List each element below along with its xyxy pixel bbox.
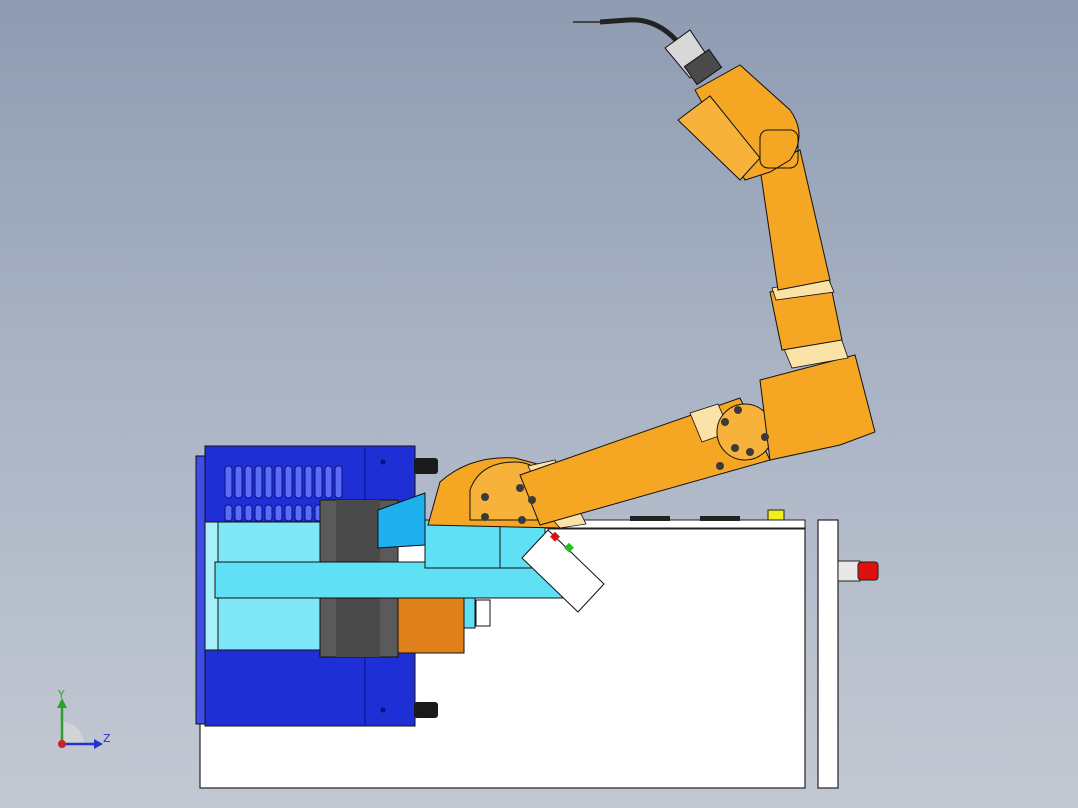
positioner-knob-bottom[interactable] (414, 702, 438, 718)
cad-viewport[interactable]: Y Z (0, 0, 1078, 808)
robot-workcell-model[interactable] (0, 0, 1078, 808)
yellow-connector[interactable] (767, 509, 785, 521)
axis-triad (57, 698, 103, 749)
positioner-knob-top[interactable] (414, 458, 438, 474)
positioner-bolt (380, 459, 386, 465)
emergency-stop-button[interactable] (857, 561, 879, 581)
torch-neck (599, 17, 678, 42)
clamp-pin (475, 599, 491, 627)
top-slot-2 (700, 516, 740, 521)
triad-y-label: Y (58, 688, 65, 701)
triad-z-label: Z (103, 732, 111, 745)
triad-x-axis (58, 740, 66, 748)
triad-z-arrow (94, 739, 103, 749)
triad-rotation-hint (62, 722, 84, 744)
top-slot-1 (630, 516, 670, 521)
side-plate[interactable] (817, 519, 839, 789)
button-housing (837, 560, 861, 582)
orange-drive[interactable] (397, 597, 465, 654)
robot-elbow-housing[interactable] (759, 354, 876, 461)
positioner-bolt (380, 707, 386, 713)
